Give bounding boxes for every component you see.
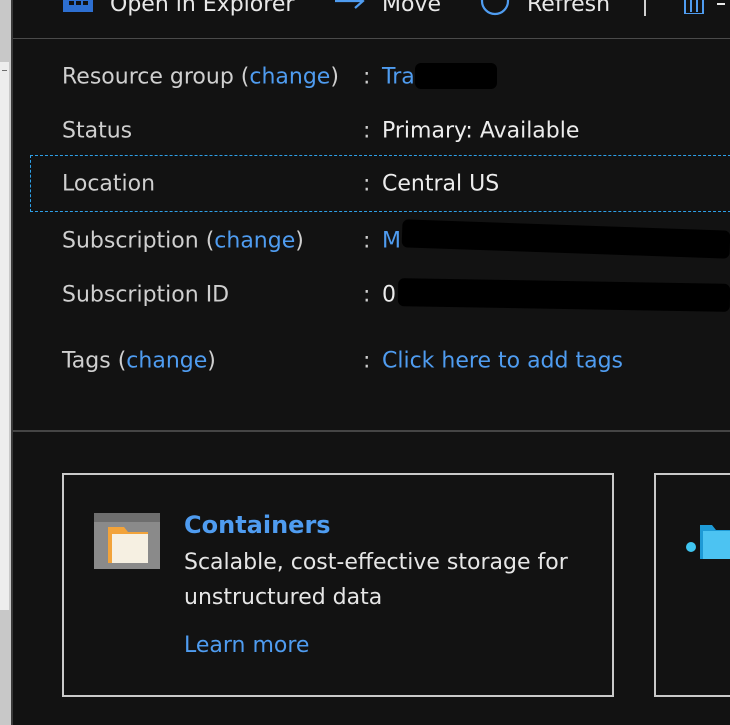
colon: : bbox=[363, 171, 371, 196]
containers-card[interactable]: Containers Scalable, cost-effective stor… bbox=[62, 473, 614, 697]
status-label: Status bbox=[62, 118, 133, 144]
subscription-change-link[interactable]: change bbox=[214, 229, 295, 254]
status-value: Primary: Available bbox=[382, 118, 580, 144]
scrollbar-thumb[interactable] bbox=[0, 62, 9, 610]
resource-group-row: Resource group (change) : Transport bbox=[30, 49, 730, 105]
subscription-id-label: Subscription ID bbox=[62, 282, 230, 308]
location-label: Location bbox=[62, 171, 156, 196]
move-button[interactable]: Move bbox=[333, 0, 441, 18]
tags-row: Tags (change) : Click here to add tags bbox=[30, 333, 730, 389]
pane-divider bbox=[11, 0, 13, 725]
subscription-value[interactable]: M bbox=[382, 229, 401, 254]
colon: : bbox=[363, 228, 371, 254]
scrollbar-marker bbox=[2, 70, 7, 71]
tags-label: Tags bbox=[62, 348, 111, 374]
colon: : bbox=[363, 64, 371, 90]
redaction bbox=[415, 63, 497, 89]
add-tags-link[interactable]: Click here to add tags bbox=[382, 349, 623, 374]
resource-group-label-wrap: Resource group (change) bbox=[62, 64, 339, 90]
move-label: Move bbox=[382, 0, 441, 17]
colon: : bbox=[363, 348, 371, 374]
refresh-button[interactable]: Refresh bbox=[478, 0, 610, 18]
refresh-icon bbox=[478, 0, 512, 22]
colon: : bbox=[363, 282, 371, 308]
command-bar: Open in Explorer Move Refresh bbox=[13, 0, 730, 39]
storage-explorer-icon bbox=[63, 0, 93, 18]
location-value: Central US bbox=[382, 171, 500, 196]
subscription-label-wrap: Subscription (change) bbox=[62, 228, 304, 254]
tags-label-wrap: Tags (change) bbox=[62, 348, 216, 374]
open-in-explorer-button[interactable]: Open in Explorer bbox=[63, 0, 294, 18]
subscription-label: Subscription bbox=[62, 228, 199, 254]
toolbar-separator bbox=[644, 0, 646, 16]
learn-more-link[interactable]: Learn more bbox=[184, 633, 309, 658]
subscription-id-row: Subscription ID : 0 bbox=[30, 267, 730, 323]
container-folder-icon bbox=[94, 513, 160, 573]
redaction bbox=[401, 219, 730, 259]
section-divider bbox=[13, 430, 730, 432]
refresh-label: Refresh bbox=[527, 0, 611, 17]
move-arrow-icon bbox=[333, 0, 367, 17]
tags-change-link[interactable]: change bbox=[126, 349, 207, 374]
card-description: Scalable, cost-effective storage for uns… bbox=[184, 550, 568, 610]
file-shares-card[interactable] bbox=[654, 473, 730, 697]
file-share-icon bbox=[686, 519, 730, 563]
open-in-explorer-label: Open in Explorer bbox=[110, 0, 295, 17]
delete-icon bbox=[681, 0, 707, 20]
status-row: Status : Primary: Available bbox=[30, 103, 730, 159]
resource-group-label: Resource group bbox=[62, 64, 234, 90]
location-row[interactable]: Location : Central US bbox=[30, 155, 730, 212]
subscription-id-value: 0 bbox=[382, 282, 396, 308]
colon: : bbox=[363, 118, 371, 144]
card-title[interactable]: Containers bbox=[184, 511, 331, 539]
delete-label-fragment bbox=[717, 3, 725, 5]
subscription-row: Subscription (change) : M bbox=[30, 213, 730, 269]
redaction bbox=[397, 278, 730, 312]
resource-group-change-link[interactable]: change bbox=[249, 65, 330, 90]
delete-button[interactable] bbox=[681, 0, 725, 18]
